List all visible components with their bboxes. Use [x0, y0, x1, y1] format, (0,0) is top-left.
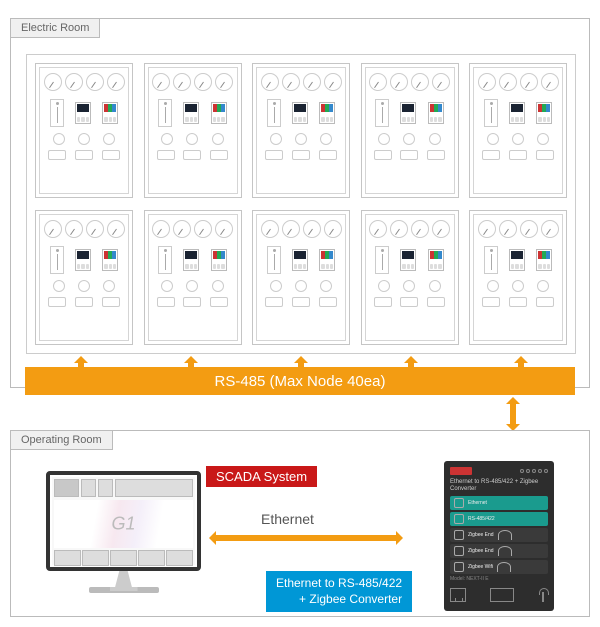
meter-module	[75, 102, 91, 124]
operating-room-label: Operating Room	[10, 430, 113, 450]
electrical-panel	[469, 63, 567, 198]
gauge-icon	[86, 73, 104, 91]
foot-icon	[48, 150, 66, 160]
electric-room: Electric Room	[10, 18, 590, 388]
meter-module	[102, 102, 118, 124]
lever-icon	[50, 99, 64, 127]
arrow-ethernet-icon	[206, 531, 406, 545]
electrical-panel	[469, 210, 567, 345]
ethernet-label: Ethernet	[261, 511, 314, 527]
arrow-bus-to-converter-icon	[506, 398, 520, 430]
operating-room: Operating Room G1 SCADA System Ethernet …	[10, 430, 590, 617]
knob-icon	[78, 133, 90, 145]
port-icon	[454, 546, 464, 556]
converter-row-ethernet: Ethernet	[450, 496, 548, 510]
rs485-bus-bar: RS-485 (Max Node 40ea)	[25, 367, 575, 395]
wireless-icon	[497, 562, 511, 572]
electrical-panel	[252, 210, 350, 345]
scada-system-label: SCADA System	[206, 466, 317, 487]
electrical-panel	[35, 210, 133, 345]
converter-row-rs485: RS-485/422	[450, 512, 548, 526]
port-icon	[454, 514, 464, 524]
converter-leds	[520, 469, 548, 473]
gauge-icon	[107, 73, 125, 91]
electrical-panel	[144, 210, 242, 345]
scada-screen-logo: G1	[111, 514, 135, 535]
converter-model: Model: NEXT-II E	[450, 576, 548, 582]
knob-icon	[53, 133, 65, 145]
terminal-block-icon	[490, 588, 514, 602]
panel-grid	[26, 54, 576, 354]
foot-icon	[75, 150, 93, 160]
antenna-icon	[538, 588, 548, 602]
electrical-panel	[361, 210, 459, 345]
electrical-panel	[361, 63, 459, 198]
converter-device-title: Ethernet to RS-485/422 + Zigbee Converte…	[450, 479, 548, 492]
ethernet-jack-icon	[450, 588, 466, 602]
electrical-panel	[252, 63, 350, 198]
port-icon	[454, 498, 464, 508]
port-icon	[454, 562, 464, 572]
knob-icon	[103, 133, 115, 145]
converter-device: Ethernet to RS-485/422 + Zigbee Converte…	[444, 461, 554, 611]
electrical-panel	[144, 63, 242, 198]
gauge-icon	[65, 73, 83, 91]
wireless-icon	[498, 546, 512, 556]
converter-row-zigbee: Zigbee End	[450, 544, 548, 558]
scada-monitor: G1	[46, 471, 201, 606]
converter-row-zigbee: Zigbee End	[450, 528, 548, 542]
electrical-panel	[35, 63, 133, 198]
converter-label: Ethernet to RS-485/422 + Zigbee Converte…	[266, 571, 412, 612]
scada-screen: G1	[52, 477, 195, 565]
port-icon	[454, 530, 464, 540]
electric-room-label: Electric Room	[10, 18, 100, 38]
converter-logo-icon	[450, 467, 472, 475]
converter-row-wifi: Zigbee Wifi	[450, 560, 548, 574]
wireless-icon	[498, 530, 512, 540]
foot-icon	[102, 150, 120, 160]
gauge-icon	[44, 73, 62, 91]
